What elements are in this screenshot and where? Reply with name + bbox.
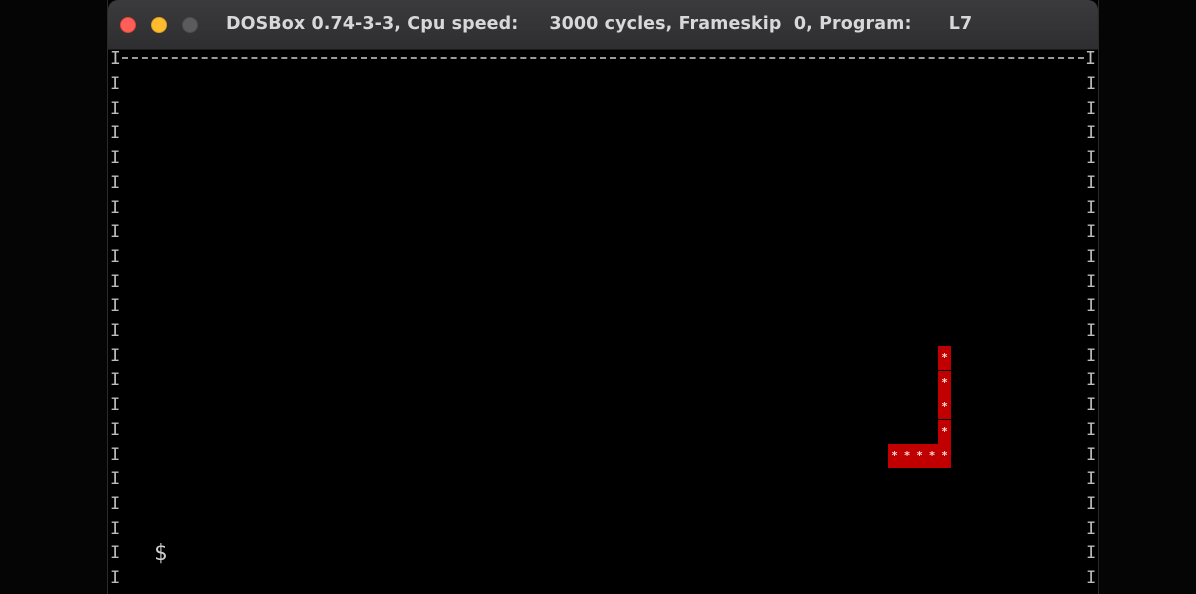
food-dollar: $ [154,541,168,566]
border-corner-right: I [1085,48,1096,69]
minimize-window-button[interactable] [151,17,167,33]
close-window-button[interactable] [120,17,136,33]
game-wall-right: I I I I I I I I I I I I I I I I I I I I … [1086,74,1097,589]
game-wall-left: I I I I I I I I I I I I I I I I I I I I … [110,74,121,589]
snake-segment: * [938,395,951,419]
zoom-window-button[interactable] [182,17,198,33]
snake-segment: * [913,444,926,468]
title-bar[interactable]: DOSBox 0.74-3-3, Cpu speed: 3000 cycles,… [108,0,1098,50]
snake-segment: * [938,346,951,370]
snake-segment: * [925,444,939,468]
window-title: DOSBox 0.74-3-3, Cpu speed: 3000 cycles,… [226,14,973,34]
snake-segment: * [888,444,901,468]
game-border-top [122,57,1084,60]
snake-segment: * [938,444,951,468]
dosbox-window: DOSBox 0.74-3-3, Cpu speed: 3000 cycles,… [107,0,1099,594]
border-corner-left: I [110,48,121,69]
dos-screen[interactable]: I I I I I I I I I I I I I I I I I I I I … [108,50,1098,594]
snake-segment: * [900,444,914,468]
snake-segment: * [938,370,951,395]
snake-segment: * [938,419,951,444]
